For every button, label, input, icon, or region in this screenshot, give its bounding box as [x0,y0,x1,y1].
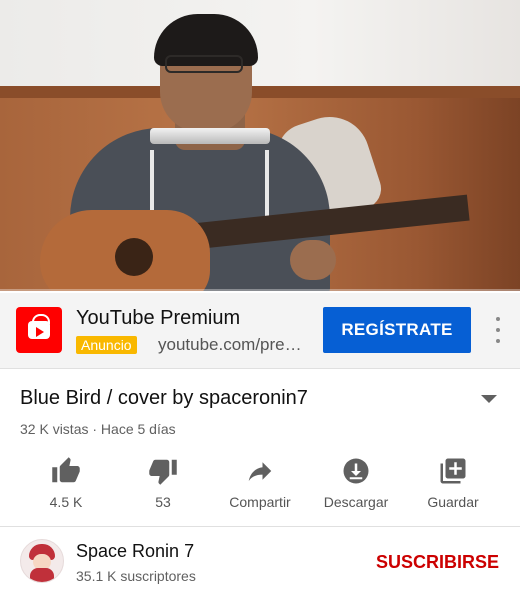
share-button[interactable]: Compartir [212,450,308,518]
ad-url[interactable]: youtube.com/pre… [158,335,302,355]
video-scene-rail [0,86,520,98]
save-label: Guardar [427,494,479,510]
action-bar: 4.5 K 53 Compartir Descargar Guardar [0,450,520,518]
video-scene-hood-string [265,150,269,220]
share-label: Compartir [229,494,291,510]
more-vert-icon[interactable] [490,315,506,345]
thumb-down-icon [149,459,177,485]
video-title: Blue Bird / cover by spaceronin7 [20,387,308,409]
video-player[interactable] [0,0,520,291]
video-scene-hand [290,240,336,280]
channel-name[interactable]: Space Ronin 7 [76,541,194,562]
youtube-premium-logo-icon [16,307,62,353]
ad-badge: Anuncio [76,336,137,354]
dislike-count: 53 [155,494,171,510]
divider [0,526,520,527]
video-scene-guitar-soundhole [115,238,153,276]
like-count: 4.5 K [49,494,83,510]
save-button[interactable]: Guardar [405,450,501,518]
expand-caret-icon[interactable] [481,395,497,403]
register-button[interactable]: REGÍSTRATE [323,307,471,353]
playlist-add-icon [440,458,466,484]
dislike-button[interactable]: 53 [115,450,211,518]
video-scene-harmonica [150,128,270,144]
download-icon [343,458,369,484]
ad-title: YouTube Premium [76,307,241,329]
video-scene-wall [0,0,520,92]
thumb-up-icon [52,457,80,483]
download-label: Descargar [323,494,389,510]
like-button[interactable]: 4.5 K [18,450,114,518]
share-icon [248,462,272,481]
video-meta: 32 K vistas · Hace 5 días [20,421,176,437]
download-button[interactable]: Descargar [308,450,404,518]
video-scene-glasses [165,55,243,73]
ad-banner[interactable]: YouTube Premium Anuncio youtube.com/pre…… [0,293,520,369]
channel-avatar[interactable] [20,539,64,583]
subscribe-button[interactable]: SUSCRIBIRSE [372,548,503,577]
subscriber-count: 35.1 K suscriptores [76,568,196,584]
